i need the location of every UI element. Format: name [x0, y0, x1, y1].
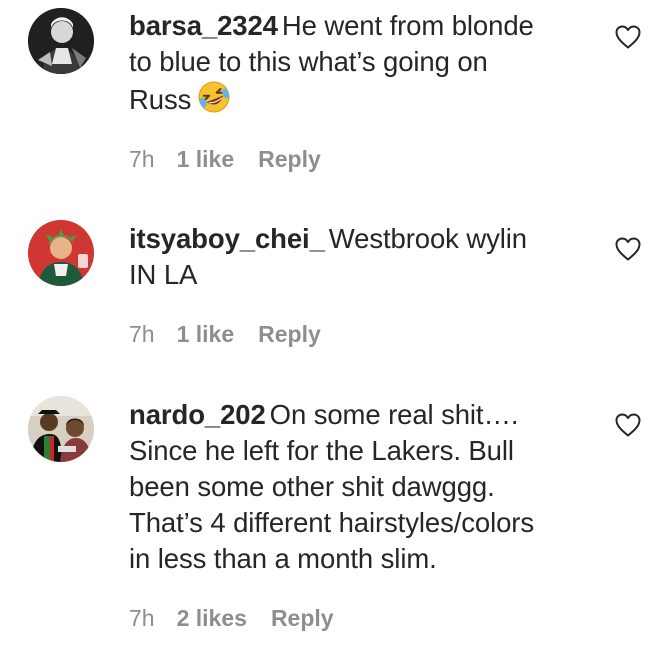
- comment-body: Russ: [129, 84, 192, 115]
- reply-button[interactable]: Reply: [271, 604, 334, 632]
- comment-likes-count[interactable]: 1 like: [177, 320, 235, 348]
- comment-body: in less than a month slim.: [129, 543, 437, 574]
- comment-likes-count[interactable]: 1 like: [177, 145, 235, 173]
- avatar[interactable]: [28, 8, 94, 74]
- comment-text: barsa_2324 He went from blonde to blue to…: [129, 8, 589, 123]
- comment-username[interactable]: barsa_2324: [129, 10, 278, 41]
- comment-timestamp: 7h: [129, 146, 155, 172]
- avatar-image: [28, 396, 94, 462]
- comment-meta: 7h 1 like Reply: [129, 320, 321, 348]
- comment-text: nardo_202 On some real shit…. Since he le…: [129, 397, 589, 577]
- heart-outline-icon[interactable]: [614, 236, 642, 262]
- heart-outline-icon[interactable]: [614, 24, 642, 50]
- reply-button[interactable]: Reply: [258, 320, 321, 348]
- comment-meta: 7h 1 like Reply: [129, 145, 321, 173]
- rolling-on-floor-laughing-emoji: [197, 80, 231, 123]
- comment-body: On some real shit….: [269, 399, 519, 430]
- comment-body: IN LA: [129, 259, 198, 290]
- comment-body: He went from blonde: [281, 10, 534, 41]
- comment-body: That’s 4 different hairstyles/colors: [129, 507, 535, 538]
- avatar-image: [28, 220, 94, 286]
- heart-outline-icon[interactable]: [614, 412, 642, 438]
- reply-button[interactable]: Reply: [258, 145, 321, 173]
- comment-meta: 7h 2 likes Reply: [129, 604, 334, 632]
- comment-timestamp: 7h: [129, 321, 155, 347]
- comment-text: itsyaboy_chei_ Westbrook wylin IN LA: [129, 221, 589, 293]
- avatar[interactable]: [28, 396, 94, 462]
- comment-body: Since he left for the Lakers. Bull: [129, 435, 514, 466]
- comment-body: Westbrook wylin: [328, 223, 527, 254]
- comment-username[interactable]: itsyaboy_chei_: [129, 223, 325, 254]
- avatar-image: [28, 8, 94, 74]
- avatar[interactable]: [28, 220, 94, 286]
- comment-timestamp: 7h: [129, 605, 155, 631]
- comment-body: to blue to this what’s going on: [129, 46, 488, 77]
- comment-username[interactable]: nardo_202: [129, 399, 266, 430]
- comment-likes-count[interactable]: 2 likes: [177, 604, 247, 632]
- comment-body: been some other shit dawggg.: [129, 471, 495, 502]
